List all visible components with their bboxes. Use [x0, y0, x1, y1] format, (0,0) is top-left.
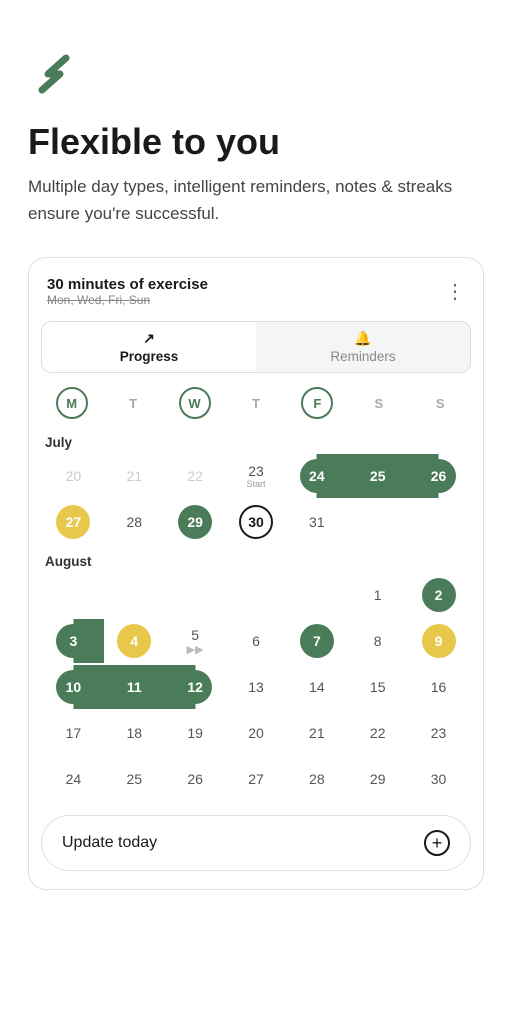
app-logo — [28, 48, 80, 100]
progress-icon: ↗ — [143, 330, 155, 347]
table-row: 9 — [408, 619, 469, 663]
weekday-sunday[interactable]: S — [424, 387, 456, 419]
page-subheadline: Multiple day types, intelligent reminder… — [28, 174, 484, 227]
habit-schedule: Mon, Wed, Fri, Sun — [47, 293, 208, 307]
table-row: 30 — [408, 757, 469, 801]
card-tabs: ↗ Progress 🔔 Reminders — [41, 321, 471, 373]
table-row: 22 — [165, 454, 226, 498]
bell-icon: 🔔 — [354, 330, 371, 347]
august-label: August — [43, 548, 469, 573]
table-row: 26 — [165, 757, 226, 801]
table-row: 27 — [226, 757, 287, 801]
table-row — [104, 573, 165, 617]
july-label: July — [43, 429, 469, 454]
table-row: 25 — [347, 454, 408, 498]
table-row: 20 — [226, 711, 287, 755]
table-row: 12 — [165, 665, 226, 709]
table-row: 10 — [43, 665, 104, 709]
table-row — [226, 573, 287, 617]
table-row: 30 — [226, 500, 287, 544]
table-row: 8 — [347, 619, 408, 663]
weekday-saturday[interactable]: S — [363, 387, 395, 419]
table-row: 23 — [408, 711, 469, 755]
card-title-group: 30 minutes of exercise Mon, Wed, Fri, Su… — [47, 276, 208, 307]
table-row: 3 — [43, 619, 104, 663]
tab-progress[interactable]: ↗ Progress — [42, 322, 256, 372]
tab-reminders[interactable]: 🔔 Reminders — [256, 322, 470, 372]
habit-card: 30 minutes of exercise Mon, Wed, Fri, Su… — [28, 257, 484, 890]
table-row: 1 — [347, 573, 408, 617]
table-row: 24 — [286, 454, 347, 498]
update-today-button[interactable]: Update today + — [41, 815, 471, 871]
weekday-wednesday[interactable]: W — [179, 387, 211, 419]
table-row: 17 — [43, 711, 104, 755]
table-row: 13 — [226, 665, 287, 709]
weekday-selector: M T W T F S S — [29, 383, 483, 425]
table-row: 19 — [165, 711, 226, 755]
table-row: 15 — [347, 665, 408, 709]
table-row: 20 — [43, 454, 104, 498]
table-row: 14 — [286, 665, 347, 709]
table-row: 4 — [104, 619, 165, 663]
header-section: Flexible to you Multiple day types, inte… — [0, 0, 512, 247]
table-row: 16 — [408, 665, 469, 709]
table-row: 31 — [286, 500, 347, 544]
table-row: 24 — [43, 757, 104, 801]
table-row: 6 — [226, 619, 287, 663]
update-today-label: Update today — [62, 834, 157, 852]
august-grid: 1 2 3 4 5 ▶▶ 6 7 8 9 10 — [43, 573, 469, 801]
weekday-thursday[interactable]: T — [240, 387, 272, 419]
table-row: 28 — [286, 757, 347, 801]
weekday-friday[interactable]: F — [301, 387, 333, 419]
july-section: July 20 21 22 23 Start 24 25 26 — [29, 425, 483, 544]
table-row — [165, 573, 226, 617]
table-row: 29 — [347, 757, 408, 801]
weekday-tuesday[interactable]: T — [117, 387, 149, 419]
table-row: 27 — [43, 500, 104, 544]
table-row: 23 Start — [226, 454, 287, 498]
table-row: 28 — [104, 500, 165, 544]
table-row: 18 — [104, 711, 165, 755]
table-row: 21 — [286, 711, 347, 755]
table-row: 25 — [104, 757, 165, 801]
table-row: 22 — [347, 711, 408, 755]
table-row: 7 — [286, 619, 347, 663]
weekday-monday[interactable]: M — [56, 387, 88, 419]
table-row: 26 — [408, 454, 469, 498]
table-row: 5 ▶▶ — [165, 619, 226, 663]
table-row: 11 — [104, 665, 165, 709]
table-row — [286, 573, 347, 617]
table-row: 21 — [104, 454, 165, 498]
august-section: August 1 2 3 4 5 ▶▶ 6 — [29, 544, 483, 801]
card-header: 30 minutes of exercise Mon, Wed, Fri, Su… — [29, 258, 483, 313]
table-row: 2 — [408, 573, 469, 617]
page-headline: Flexible to you — [28, 121, 484, 162]
habit-title: 30 minutes of exercise — [47, 276, 208, 293]
table-row: 29 — [165, 500, 226, 544]
plus-icon: + — [424, 830, 450, 856]
table-row — [408, 500, 469, 544]
table-row — [43, 573, 104, 617]
more-options-button[interactable]: ⋮ — [445, 279, 465, 304]
table-row — [347, 500, 408, 544]
july-grid: 20 21 22 23 Start 24 25 26 27 28 — [43, 454, 469, 544]
